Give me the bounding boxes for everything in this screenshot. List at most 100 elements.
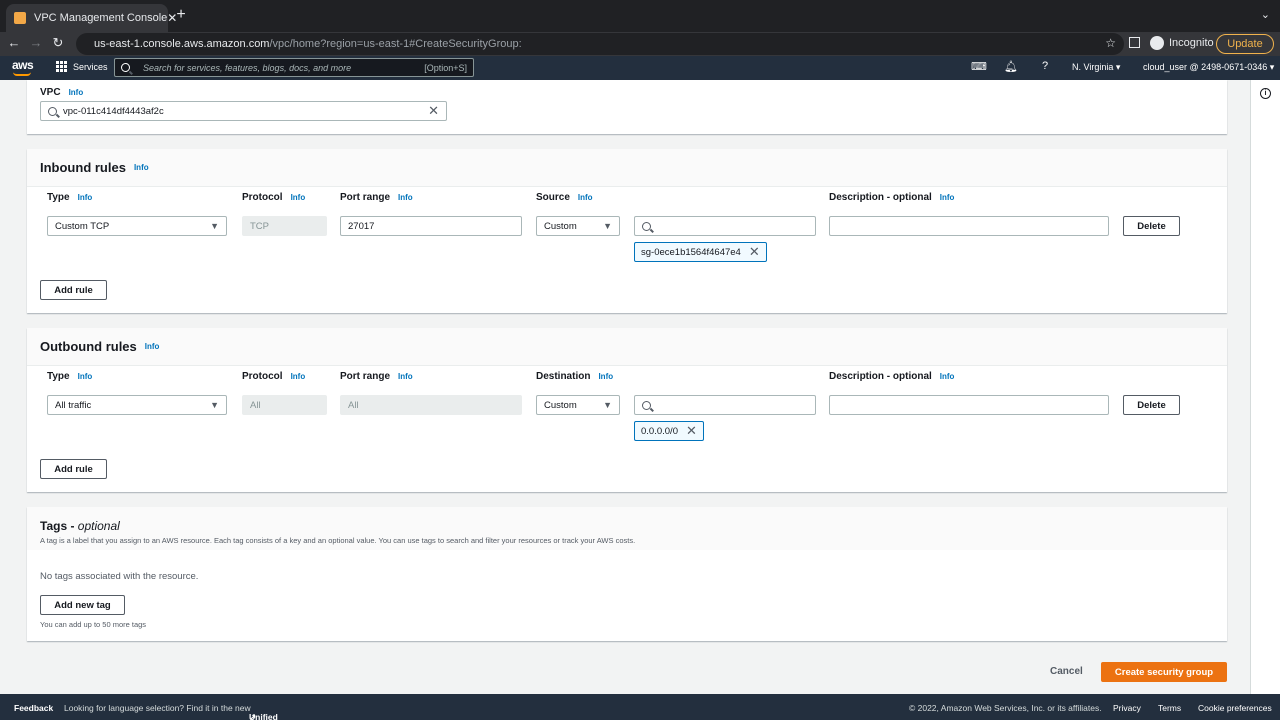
address-bar-row: ← → ↻ us-east-1.console.aws.amazon.com/v… <box>0 32 1280 56</box>
inbound-rules-header: Inbound rules Info <box>27 149 1227 187</box>
outbound-description-input[interactable] <box>829 395 1109 415</box>
type-info-link[interactable]: Info <box>78 372 93 381</box>
copyright-text: © 2022, Amazon Web Services, Inc. or its… <box>909 703 1102 713</box>
browser-tab[interactable]: VPC Management Console ✕ <box>6 4 177 32</box>
outbound-info-link[interactable]: Info <box>145 342 160 351</box>
incognito-label: Incognito <box>1169 37 1214 49</box>
description-info-link[interactable]: Info <box>940 372 955 381</box>
search-placeholder: Search for services, features, blogs, do… <box>143 62 352 73</box>
destination-info-link[interactable]: Info <box>598 372 613 381</box>
vpc-info-link[interactable]: Info <box>69 88 84 97</box>
protocol-header: Protocol Info <box>242 192 306 203</box>
description-info-link[interactable]: Info <box>940 193 955 202</box>
inbound-info-link[interactable]: Info <box>134 163 149 172</box>
inbound-rules-card: Inbound rules Info Type Info Protocol Info… <box>27 149 1227 313</box>
right-help-rail: i <box>1250 80 1280 694</box>
url-host: us-east-1.console.aws.amazon.com <box>94 38 270 50</box>
cloudshell-icon[interactable]: ⌨ <box>971 60 987 73</box>
cookie-preferences-link[interactable]: Cookie preferences <box>1198 703 1272 713</box>
add-new-tag-button[interactable]: Add new tag <box>40 595 125 615</box>
grid-icon <box>56 61 67 72</box>
description-header: Description - optional Info <box>829 192 955 203</box>
inbound-protocol-field: TCP <box>242 216 327 236</box>
type-info-link[interactable]: Info <box>78 193 93 202</box>
side-panel-icon[interactable] <box>1129 37 1140 48</box>
protocol-info-link[interactable]: Info <box>291 193 306 202</box>
search-icon <box>121 63 130 72</box>
outbound-rules-card: Outbound rules Info Type Info Protocol Inf… <box>27 328 1227 492</box>
outbound-protocol-field: All <box>242 395 327 415</box>
notifications-bell-icon[interactable]: 🔔︎ <box>1004 60 1018 73</box>
remove-token-icon[interactable]: ✕ <box>749 244 760 260</box>
port-range-info-link[interactable]: Info <box>398 372 413 381</box>
external-link-icon: ↗ <box>249 712 257 720</box>
privacy-link[interactable]: Privacy <box>1113 703 1141 713</box>
outbound-delete-button[interactable]: Delete <box>1123 395 1180 415</box>
forward-icon[interactable]: → <box>28 35 44 50</box>
remove-token-icon[interactable]: ✕ <box>686 423 697 439</box>
incognito-icon <box>1150 36 1164 50</box>
language-prompt: Looking for language selection? Find it … <box>64 703 251 713</box>
tags-description: A tag is a label that you assign to an A… <box>40 536 636 545</box>
outbound-destination-token: 0.0.0.0/0 ✕ <box>634 421 704 441</box>
reload-icon[interactable]: ↻ <box>50 35 66 51</box>
outbound-add-rule-button[interactable]: Add rule <box>40 459 107 479</box>
search-icon <box>642 400 651 410</box>
tags-limit-text: You can add up to 50 more tags <box>40 620 147 629</box>
outbound-rules-header: Outbound rules Info <box>27 328 1227 366</box>
help-icon[interactable]: ? <box>1038 60 1052 72</box>
aws-favicon-icon <box>14 12 26 24</box>
inbound-source-search[interactable] <box>634 216 816 236</box>
source-header: Source Info <box>536 192 593 203</box>
aws-logo[interactable]: aws <box>12 58 34 72</box>
dropdown-caret-icon: ▼ <box>603 400 612 410</box>
url-field[interactable]: us-east-1.console.aws.amazon.com/vpc/hom… <box>76 33 1124 55</box>
info-panel-icon[interactable]: i <box>1260 88 1271 99</box>
tags-title: Tags - optional <box>40 519 120 533</box>
search-icon <box>48 106 57 116</box>
no-tags-text: No tags associated with the resource. <box>40 571 199 582</box>
outbound-destination-select[interactable]: Custom ▼ <box>536 395 620 415</box>
dropdown-caret-icon: ▼ <box>210 400 219 410</box>
port-range-header: Port range Info <box>340 371 413 382</box>
vpc-select[interactable]: vpc-011c414df4443af2c ✕ <box>40 101 447 121</box>
account-menu[interactable]: cloud_user @ 2498-0671-0346 ▾ <box>1143 62 1274 73</box>
new-tab-icon[interactable]: + <box>174 6 188 24</box>
protocol-info-link[interactable]: Info <box>291 372 306 381</box>
dropdown-caret-icon: ▼ <box>210 221 219 231</box>
source-info-link[interactable]: Info <box>578 193 593 202</box>
cancel-button[interactable]: Cancel <box>1050 666 1083 677</box>
search-icon <box>642 221 651 231</box>
tags-header: Tags - optional A tag is a label that yo… <box>27 507 1227 550</box>
port-range-info-link[interactable]: Info <box>398 193 413 202</box>
outbound-type-select[interactable]: All traffic ▼ <box>47 395 227 415</box>
terms-link[interactable]: Terms <box>1158 703 1181 713</box>
tab-search-chevron-icon[interactable]: ⌄ <box>1261 8 1270 21</box>
inbound-description-input[interactable] <box>829 216 1109 236</box>
bookmark-star-icon[interactable]: ☆ <box>1105 36 1116 50</box>
aws-logo-smile-icon <box>13 72 31 76</box>
inbound-port-range-input[interactable]: 27017 <box>340 216 522 236</box>
search-shortcut: [Option+S] <box>424 62 467 73</box>
basic-details-card: VPC Info vpc-011c414df4443af2c ✕ <box>27 80 1227 134</box>
services-menu-button[interactable]: Services <box>56 61 108 72</box>
inbound-rules-title: Inbound rules <box>40 160 126 175</box>
back-icon[interactable]: ← <box>6 35 22 50</box>
create-security-group-button[interactable]: Create security group <box>1101 662 1227 682</box>
feedback-link[interactable]: Feedback <box>14 703 53 713</box>
aws-search-input[interactable]: Search for services, features, blogs, do… <box>114 58 474 77</box>
main-content: VPC Info vpc-011c414df4443af2c ✕ Inbound… <box>0 80 1250 694</box>
clear-icon[interactable]: ✕ <box>428 103 439 119</box>
browser-tab-bar: VPC Management Console ✕ + ⌄ <box>0 0 1280 32</box>
port-range-header: Port range Info <box>340 192 413 203</box>
browser-update-button[interactable]: Update <box>1216 34 1274 54</box>
tab-title: VPC Management Console <box>34 12 168 24</box>
inbound-type-select[interactable]: Custom TCP ▼ <box>47 216 227 236</box>
inbound-add-rule-button[interactable]: Add rule <box>40 280 107 300</box>
region-selector[interactable]: N. Virginia ▾ <box>1072 62 1120 73</box>
inbound-delete-button[interactable]: Delete <box>1123 216 1180 236</box>
outbound-destination-search[interactable] <box>634 395 816 415</box>
incognito-indicator[interactable]: Incognito <box>1150 36 1214 50</box>
inbound-source-select[interactable]: Custom ▼ <box>536 216 620 236</box>
tags-card: Tags - optional A tag is a label that yo… <box>27 507 1227 641</box>
